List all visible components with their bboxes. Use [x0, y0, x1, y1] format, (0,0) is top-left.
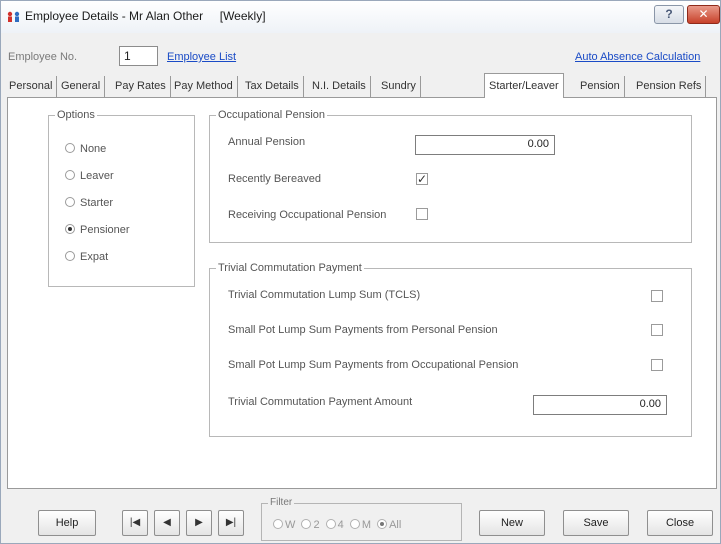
recently-bereaved-label: Recently Bereaved: [228, 173, 321, 185]
employee-details-window: Employee Details - Mr Alan Other [Weekly…: [0, 0, 721, 544]
first-record-icon: |◀: [129, 517, 141, 528]
filter-2-radio[interactable]: [301, 519, 312, 529]
tcls-label: Trivial Commutation Lump Sum (TCLS): [228, 289, 421, 301]
tab-personal[interactable]: Personal: [5, 76, 58, 97]
option-none-radio[interactable]: [65, 143, 75, 153]
app-icon: [7, 11, 20, 22]
filter-all-radio[interactable]: [377, 519, 388, 529]
new-button-label: New: [500, 517, 523, 529]
last-record-button[interactable]: ▶|: [218, 510, 244, 536]
next-record-button[interactable]: ▶: [186, 510, 212, 536]
title-help-button[interactable]: ?: [654, 5, 684, 24]
option-pensioner[interactable]: Pensioner: [65, 224, 130, 236]
annual-pension-label: Annual Pension: [228, 136, 306, 148]
option-expat-label: Expat: [80, 251, 109, 263]
title-close-button[interactable]: ✕: [687, 5, 720, 24]
window-title: Employee Details - Mr Alan Other [Weekly…: [25, 9, 266, 23]
save-button-label: Save: [583, 517, 609, 529]
help-button[interactable]: Help: [38, 510, 96, 536]
filter-all-label: All: [389, 519, 402, 531]
filter-w-radio[interactable]: [273, 519, 283, 529]
filter-m-label: M: [361, 519, 371, 531]
save-button[interactable]: Save: [563, 510, 629, 536]
receiving-occupational-pension-checkbox[interactable]: [416, 208, 428, 220]
title-bar[interactable]: Employee Details - Mr Alan Other [Weekly…: [1, 1, 720, 33]
employee-no-label: Employee No.: [8, 51, 78, 63]
tcls-checkbox[interactable]: [651, 290, 663, 302]
annual-pension-input[interactable]: 0.00: [415, 135, 555, 155]
new-button[interactable]: New: [479, 510, 545, 536]
option-expat[interactable]: Expat: [65, 251, 108, 263]
tab-tax-details[interactable]: Tax Details: [241, 76, 304, 97]
option-starter-label: Starter: [80, 197, 114, 209]
tab-pension-refs[interactable]: Pension Refs: [632, 76, 707, 97]
options-legend: Options: [57, 109, 95, 121]
filter-2-label: 2: [313, 519, 320, 531]
option-leaver-label: Leaver: [80, 170, 114, 182]
tab-ni-details[interactable]: N.I. Details: [308, 76, 371, 97]
next-record-icon: ▶: [195, 517, 203, 528]
help-button-label: Help: [55, 517, 79, 529]
employee-no-field[interactable]: 1: [119, 46, 158, 66]
filter-m-radio[interactable]: [349, 519, 360, 529]
filter-4-label: 4: [337, 519, 344, 531]
tab-starter-leaver[interactable]: Starter/Leaver: [484, 73, 564, 98]
filter-4-radio[interactable]: [325, 519, 336, 529]
option-starter-radio[interactable]: [65, 197, 75, 207]
option-none-label: None: [80, 143, 107, 155]
filter-legend: Filter: [268, 497, 295, 508]
tab-pension[interactable]: Pension: [576, 76, 625, 97]
trivial-commutation-amount-input[interactable]: 0.00: [533, 395, 667, 415]
filter-options: W 2 4 M All: [270, 519, 401, 531]
tab-pay-rates[interactable]: Pay Rates: [111, 76, 171, 97]
close-button[interactable]: Close: [647, 510, 713, 536]
options-group: Options None Leaver Starter Pensioner Ex…: [48, 109, 195, 287]
previous-record-icon: ◀: [163, 517, 171, 528]
option-pensioner-radio[interactable]: [65, 224, 75, 234]
first-record-button[interactable]: |◀: [122, 510, 148, 536]
option-leaver[interactable]: Leaver: [65, 170, 114, 182]
occupational-pension-legend: Occupational Pension: [218, 109, 326, 121]
small-pot-personal-checkbox[interactable]: [651, 324, 663, 336]
tab-sundry[interactable]: Sundry: [377, 76, 421, 97]
tab-general[interactable]: General: [57, 76, 106, 97]
small-pot-occupational-label: Small Pot Lump Sum Payments from Occupat…: [228, 359, 519, 371]
small-pot-personal-label: Small Pot Lump Sum Payments from Persona…: [228, 324, 498, 336]
option-leaver-radio[interactable]: [65, 170, 75, 180]
close-button-label: Close: [665, 517, 695, 529]
option-starter[interactable]: Starter: [65, 197, 113, 209]
employee-list-link[interactable]: Employee List: [167, 51, 236, 63]
filter-group: Filter W 2 4 M All: [261, 497, 462, 541]
tab-pay-method[interactable]: Pay Method: [170, 76, 238, 97]
last-record-icon: ▶|: [225, 517, 237, 528]
trivial-commutation-legend: Trivial Commutation Payment: [218, 262, 362, 274]
filter-w-label: W: [285, 519, 296, 531]
previous-record-button[interactable]: ◀: [154, 510, 180, 536]
recently-bereaved-checkbox[interactable]: ✓: [416, 173, 428, 185]
option-pensioner-label: Pensioner: [80, 224, 130, 236]
auto-absence-calculation-link[interactable]: Auto Absence Calculation: [575, 51, 700, 63]
option-expat-radio[interactable]: [65, 251, 75, 261]
trivial-commutation-amount-label: Trivial Commutation Payment Amount: [228, 396, 413, 408]
receiving-occupational-pension-label: Receiving Occupational Pension: [228, 209, 387, 221]
small-pot-occupational-checkbox[interactable]: [651, 359, 663, 371]
option-none[interactable]: None: [65, 143, 106, 155]
